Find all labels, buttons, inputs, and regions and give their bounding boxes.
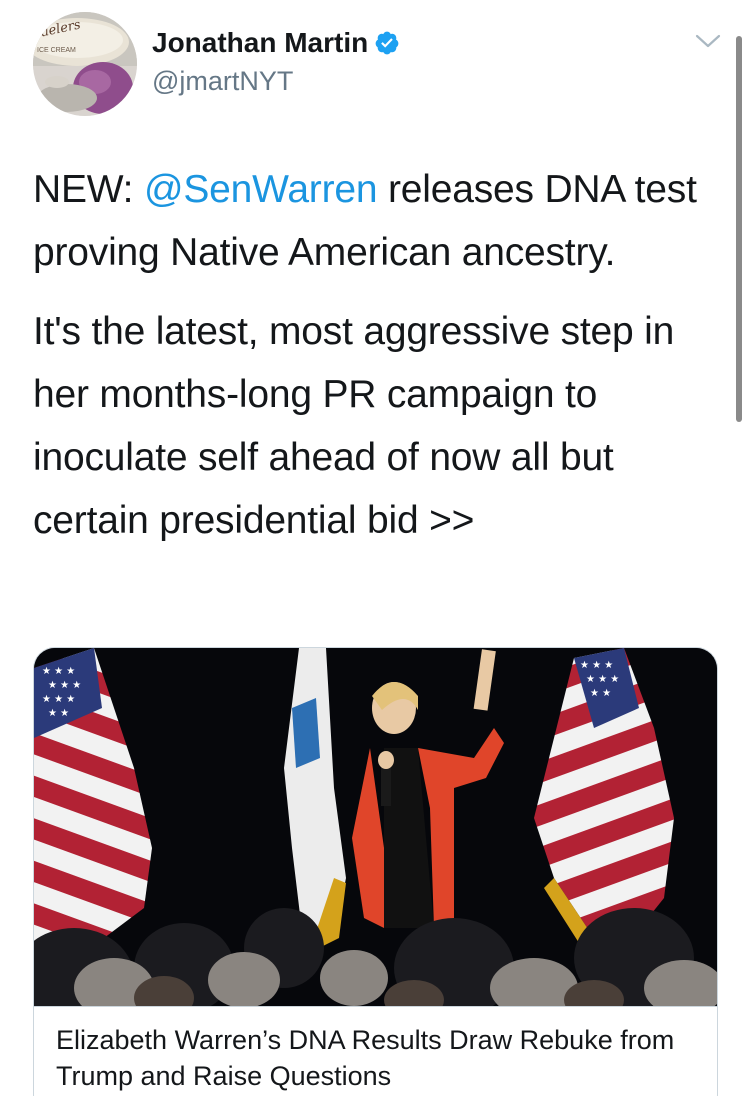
card-title[interactable]: Elizabeth Warren’s DNA Results Draw Rebu… xyxy=(56,1022,696,1094)
svg-text:★ ★ ★: ★ ★ ★ xyxy=(42,694,75,705)
mention-link[interactable]: @SenWarren xyxy=(144,168,378,211)
author-avatar[interactable]: aelers ICE CREAM xyxy=(33,12,137,116)
tweet-text: NEW: @SenWarren releases DNA test provin… xyxy=(33,158,713,568)
scrollbar[interactable] xyxy=(736,36,742,422)
tweet-paragraph-2: It's the latest, most aggressive step in… xyxy=(33,310,675,542)
tweet: aelers ICE CREAM Jonathan Martin @jmartN… xyxy=(0,0,750,1096)
avatar-text: ICE CREAM xyxy=(37,47,76,54)
chevron-down-icon[interactable] xyxy=(694,30,722,52)
tweet-paragraph-1: NEW: @SenWarren releases DNA test provin… xyxy=(33,158,713,284)
tweet-prefix: NEW: xyxy=(33,168,144,211)
author-name[interactable]: Jonathan Martin xyxy=(152,27,368,59)
svg-text:★ ★ ★: ★ ★ ★ xyxy=(580,660,613,671)
speaker-with-flags-photo: ★ ★ ★ ★ ★ ★ ★ ★ ★ ★ ★ ★ ★ ★ ★ ★ ★ ★ ★ xyxy=(34,648,717,1006)
link-card[interactable]: ★ ★ ★ ★ ★ ★ ★ ★ ★ ★ ★ ★ ★ ★ ★ ★ ★ ★ ★ El… xyxy=(33,647,718,1096)
svg-text:★ ★ ★: ★ ★ ★ xyxy=(42,666,75,677)
verified-badge-icon xyxy=(375,31,399,55)
card-divider xyxy=(34,1006,717,1007)
author-name-row[interactable]: Jonathan Martin xyxy=(152,27,400,59)
author-handle[interactable]: @jmartNYT xyxy=(152,66,293,97)
svg-text:★ ★: ★ ★ xyxy=(48,708,69,719)
ice-cream-avatar-icon: aelers ICE CREAM xyxy=(33,12,137,116)
svg-text:★ ★ ★: ★ ★ ★ xyxy=(48,680,81,691)
svg-text:★ ★: ★ ★ xyxy=(590,688,611,699)
svg-text:★ ★ ★: ★ ★ ★ xyxy=(586,674,619,685)
card-image[interactable]: ★ ★ ★ ★ ★ ★ ★ ★ ★ ★ ★ ★ ★ ★ ★ ★ ★ ★ ★ xyxy=(34,648,717,1006)
